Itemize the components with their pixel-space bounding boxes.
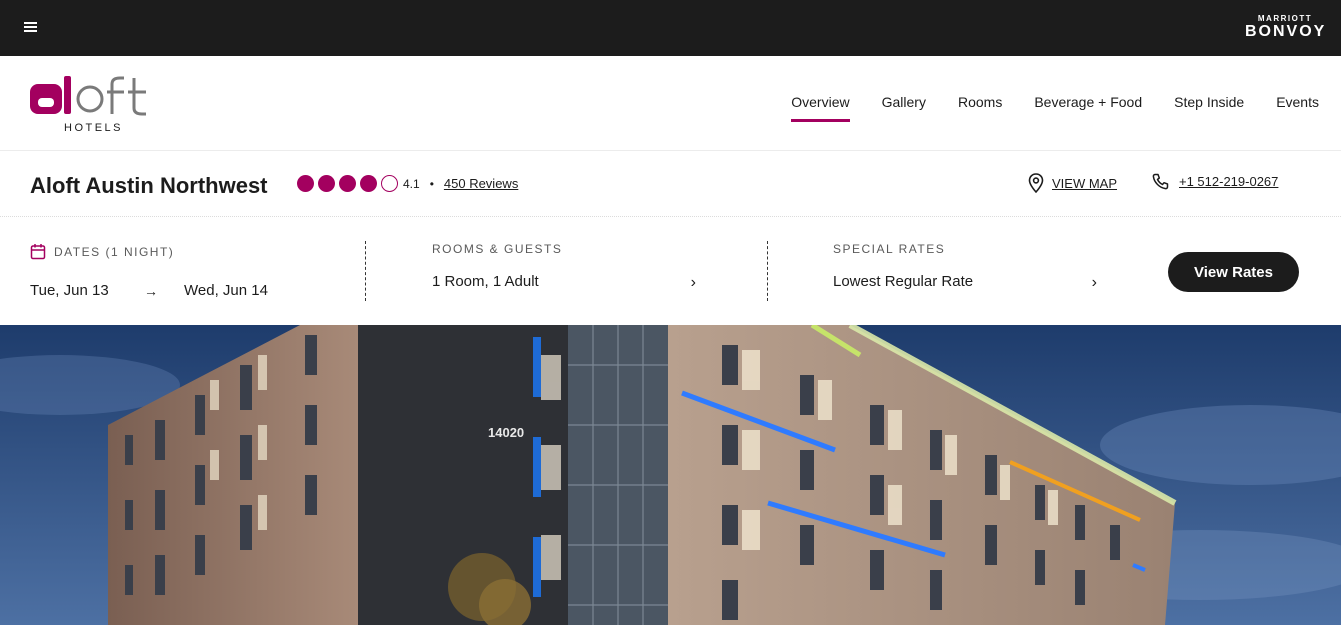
- phone-number: +1 512-219-0267: [1179, 174, 1279, 189]
- dates-label: DATES (1 NIGHT): [54, 244, 175, 259]
- hero-image: 14020: [0, 325, 1341, 625]
- nav-step-inside[interactable]: Step Inside: [1174, 94, 1244, 122]
- check-out-date: Wed, Jun 14: [184, 282, 268, 299]
- nav-rooms[interactable]: Rooms: [958, 94, 1002, 122]
- property-bar: Aloft Austin Northwest 4.1 • 450 Reviews…: [0, 151, 1341, 217]
- rating-dot-filled: [360, 175, 377, 192]
- special-rates-value: Lowest Regular Rate: [833, 273, 974, 290]
- rating-value: 4.1: [403, 176, 420, 191]
- special-rates-label: SPECIAL RATES: [833, 242, 946, 256]
- rating-dot-filled: [318, 175, 335, 192]
- top-bar: MARRIOTT BONVOY: [0, 0, 1341, 56]
- hotel-header: HOTELS Overview Gallery Rooms Beverage +…: [0, 56, 1341, 151]
- view-map-link[interactable]: VIEW MAP: [1028, 173, 1117, 193]
- view-map-label: VIEW MAP: [1052, 175, 1118, 191]
- phone-link[interactable]: +1 512-219-0267: [1152, 173, 1278, 190]
- marriott-bonvoy-logo[interactable]: MARRIOTT BONVOY: [1245, 14, 1325, 42]
- rating-dot-filled: [339, 175, 356, 192]
- location-pin-icon: [1028, 173, 1044, 193]
- property-nav: Overview Gallery Rooms Beverage + Food S…: [791, 94, 1319, 122]
- dates-selector[interactable]: DATES (1 NIGHT) Tue, Jun 13 → Wed, Jun 1…: [30, 243, 330, 299]
- special-rates-selector[interactable]: SPECIAL RATES Lowest Regular Rate ›: [833, 242, 1103, 291]
- rooms-guests-selector[interactable]: ROOMS & GUESTS 1 Room, 1 Adult ›: [432, 242, 702, 291]
- divider: [767, 241, 768, 301]
- rating: 4.1 • 450 Reviews: [297, 175, 518, 192]
- rooms-guests-label: ROOMS & GUESTS: [432, 242, 563, 256]
- brand-top-text: MARRIOTT: [1257, 14, 1313, 23]
- chevron-right-icon: ›: [690, 274, 696, 291]
- phone-icon: [1152, 173, 1169, 190]
- calendar-icon: [30, 244, 46, 260]
- arrow-right-icon: →: [144, 282, 158, 299]
- logo-tagline: HOTELS: [64, 122, 124, 134]
- property-name: Aloft Austin Northwest: [30, 173, 268, 198]
- brand-main-text: BONVOY: [1245, 23, 1327, 40]
- chevron-right-icon: ›: [1091, 274, 1097, 291]
- nav-gallery[interactable]: Gallery: [882, 94, 926, 122]
- aloft-logo-mark: [30, 76, 146, 116]
- hotel-building-photo: 14020: [0, 325, 1341, 625]
- check-in-date: Tue, Jun 13: [30, 282, 109, 299]
- rating-dot-filled: [297, 175, 314, 192]
- separator-bullet: •: [429, 176, 434, 191]
- view-rates-button[interactable]: View Rates: [1168, 252, 1299, 292]
- nav-overview[interactable]: Overview: [791, 94, 850, 122]
- rating-dot-empty: [381, 175, 398, 192]
- building-number: 14020: [488, 425, 524, 440]
- nav-events[interactable]: Events: [1276, 94, 1319, 122]
- booking-bar: DATES (1 NIGHT) Tue, Jun 13 → Wed, Jun 1…: [0, 217, 1341, 325]
- reviews-link[interactable]: 450 Reviews: [444, 176, 518, 191]
- nav-beverage-food[interactable]: Beverage + Food: [1034, 94, 1142, 122]
- rooms-guests-value: 1 Room, 1 Adult: [432, 273, 539, 290]
- hamburger-icon[interactable]: [24, 20, 40, 34]
- divider: [365, 241, 366, 301]
